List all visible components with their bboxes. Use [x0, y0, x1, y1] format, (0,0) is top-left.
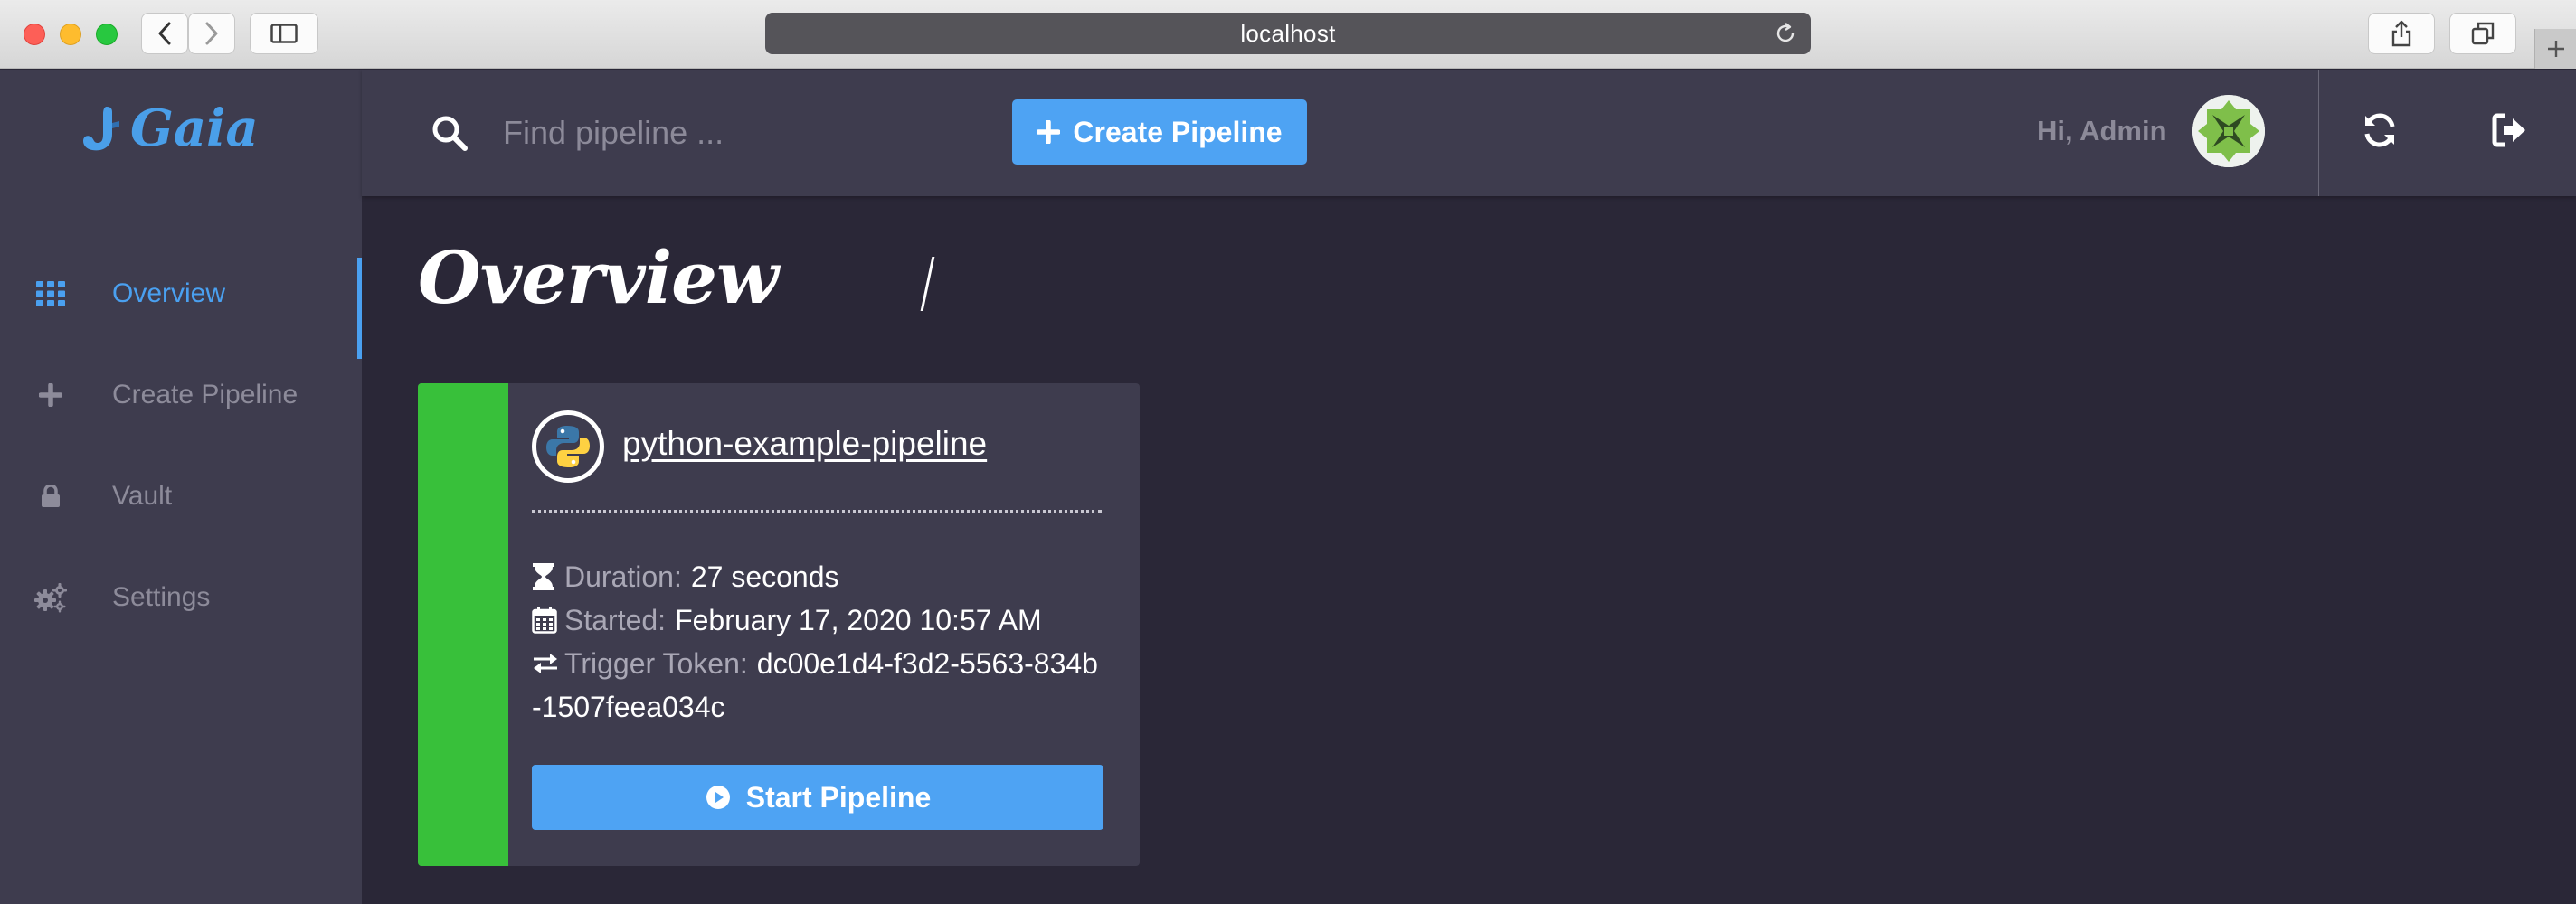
- trigger-token-row: Trigger Token: dc00e1d4-f3d2-5563-834b-15…: [532, 642, 1107, 729]
- forward-button[interactable]: [188, 13, 235, 54]
- app-logo[interactable]: Gaia: [80, 99, 259, 158]
- chevron-left-icon: [158, 22, 171, 45]
- page-title: Overview: [418, 235, 779, 320]
- sidebar: Gaia Overview Create Pipeline Vault Sett…: [0, 70, 362, 904]
- sidebar-item-create-pipeline[interactable]: Create Pipeline: [0, 344, 362, 446]
- sidebar-item-overview[interactable]: Overview: [0, 243, 362, 359]
- sidebar-item-label: Vault: [112, 481, 173, 511]
- pipeline-status-indicator: [418, 383, 508, 866]
- sidebar-item-label: Create Pipeline: [112, 380, 298, 410]
- duration-value: 27 seconds: [690, 560, 839, 593]
- divider: [2318, 70, 2319, 196]
- started-value: February 17, 2020 10:57 AM: [675, 604, 1042, 636]
- sidebar-icon: [270, 24, 298, 43]
- minimize-window-button[interactable]: [60, 24, 81, 45]
- sidebar-nav: Overview Create Pipeline Vault Settings: [0, 243, 362, 648]
- logo-text: Gaia: [130, 99, 259, 158]
- zoom-window-button[interactable]: [96, 24, 118, 45]
- started-row: Started: February 17, 2020 10:57 AM: [532, 598, 1107, 642]
- address-bar[interactable]: localhost: [765, 13, 1811, 54]
- new-tab-button[interactable]: [2534, 29, 2576, 69]
- sidebar-toggle-button[interactable]: [250, 13, 318, 54]
- sidebar-item-vault[interactable]: Vault: [0, 446, 362, 547]
- refresh-icon[interactable]: [2361, 111, 2399, 149]
- hourglass-icon: [532, 555, 564, 598]
- trigger-token-label: Trigger Token:: [564, 647, 748, 680]
- show-tabs-button[interactable]: [2449, 13, 2516, 54]
- url-text: localhost: [1240, 19, 1336, 47]
- grid-icon: [0, 281, 101, 306]
- close-window-button[interactable]: [24, 24, 45, 45]
- top-navbar: Create Pipeline Hi, Admin: [362, 70, 2576, 196]
- cogs-icon: [0, 582, 101, 613]
- chevron-right-icon: [205, 22, 218, 45]
- back-button[interactable]: [141, 13, 188, 54]
- lock-icon: [0, 485, 101, 508]
- text-cursor: [920, 257, 935, 311]
- pipeline-card: python-example-pipeline Duration: 27 sec…: [418, 383, 1140, 866]
- pipeline-details: Duration: 27 seconds Started: February 1…: [532, 555, 1107, 729]
- search-input[interactable]: [503, 106, 847, 160]
- plus-icon: [0, 383, 101, 407]
- pipeline-name-link[interactable]: python-example-pipeline: [622, 425, 987, 463]
- identicon-icon: [2192, 95, 2265, 167]
- reload-icon[interactable]: [1773, 21, 1798, 46]
- sidebar-item-settings[interactable]: Settings: [0, 547, 362, 648]
- started-label: Started:: [564, 604, 667, 636]
- create-pipeline-label: Create Pipeline: [1073, 115, 1283, 148]
- divider: [532, 510, 1102, 513]
- avatar[interactable]: [2192, 95, 2265, 167]
- python-icon: [532, 410, 604, 483]
- user-greeting: Hi, Admin: [2037, 115, 2167, 146]
- share-icon: [2391, 20, 2411, 47]
- duration-label: Duration:: [564, 560, 682, 593]
- search-icon: [432, 116, 468, 151]
- share-button[interactable]: [2368, 13, 2435, 54]
- start-pipeline-label: Start Pipeline: [745, 780, 932, 814]
- play-circle-icon: [706, 786, 730, 809]
- create-pipeline-button[interactable]: Create Pipeline: [1012, 99, 1307, 165]
- plus-icon: [1037, 120, 1061, 144]
- start-pipeline-button[interactable]: Start Pipeline: [532, 765, 1103, 830]
- browser-toolbar: localhost: [0, 0, 2576, 69]
- sidebar-item-label: Settings: [112, 582, 211, 612]
- logout-icon[interactable]: [2491, 111, 2529, 149]
- exchange-icon: [532, 642, 564, 685]
- tabs-icon: [2471, 22, 2495, 45]
- gaia-logo-icon: [83, 107, 119, 151]
- sidebar-item-label: Overview: [112, 278, 226, 308]
- duration-row: Duration: 27 seconds: [532, 555, 1107, 598]
- calendar-icon: [532, 598, 564, 642]
- plus-icon: [2547, 41, 2564, 57]
